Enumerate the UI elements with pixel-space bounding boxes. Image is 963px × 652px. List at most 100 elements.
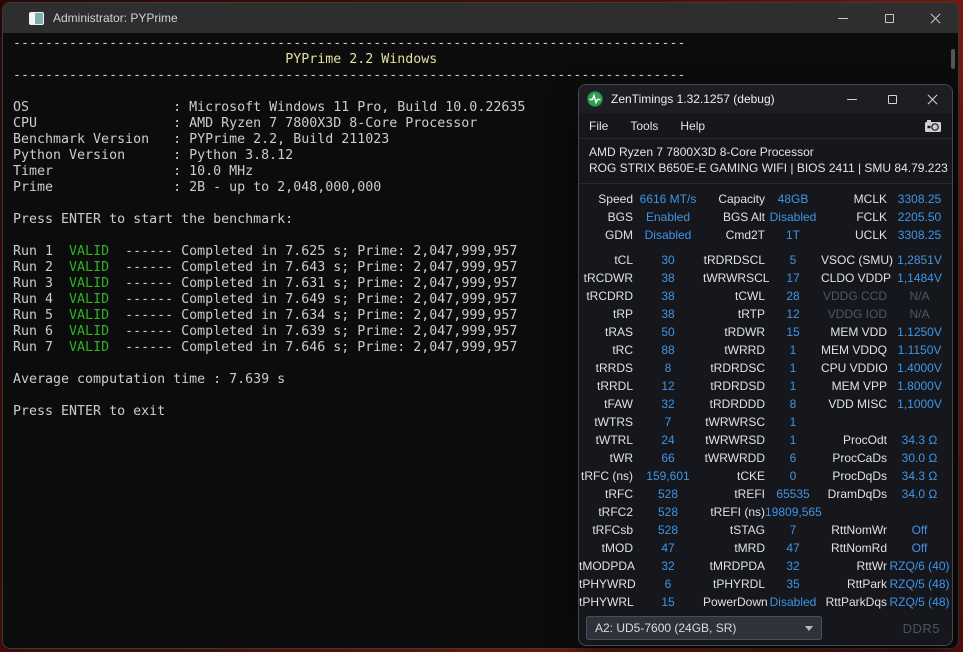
timing-row: tCL 30 tRDRDSCL 5 VSOC (SMU) 1,2851V (579, 251, 952, 269)
timing-label: MCLK (853, 192, 887, 206)
dimm-selector[interactable]: A2: UD5-7600 (24GB, SR) (586, 616, 822, 640)
timing-label: tRCDWR (583, 271, 633, 285)
timing-label: Capacity (718, 192, 765, 206)
timing-value: 3308.25 (897, 228, 942, 242)
timing-value: 1 (789, 415, 797, 429)
terminal-line: ----------------------------------------… (13, 68, 686, 83)
timing-label: tCL (614, 253, 633, 267)
menu-item-file[interactable]: File (589, 119, 608, 133)
timing-value: N/A (909, 307, 930, 321)
close-icon (927, 94, 938, 105)
timing-label: Speed (598, 192, 633, 206)
timing-value: RZQ/5 (48) (889, 595, 950, 609)
timing-value: 47 (786, 541, 800, 555)
timing-label: tMRD (734, 541, 765, 555)
timing-row: tMODPDA 32 tMRDPDA 32 RttWr RZQ/6 (40) (579, 557, 952, 575)
timing-value: 32 (661, 559, 675, 573)
timing-label: VDDG CCD (822, 289, 887, 303)
timing-value: Disabled (769, 210, 817, 224)
timing-label: RttPark (846, 577, 887, 591)
timing-value: Off (911, 523, 928, 537)
dimm-selector-value: A2: UD5-7600 (24GB, SR) (595, 621, 737, 635)
cpu-name: AMD Ryzen 7 7800X3D 8-Core Processor (589, 145, 814, 159)
timing-value: 30 (661, 253, 675, 267)
timing-row: tRCDWR 38 tWRWRSCL 17 CLDO VDDP 1,1484V (579, 269, 952, 287)
timing-value: 8 (664, 361, 672, 375)
timing-row: tFAW 32 tRDRDDD 8 VDD MISC 1,1000V (579, 395, 952, 413)
timing-label: FCLK (856, 210, 887, 224)
timing-value: RZQ/5 (48) (889, 577, 950, 591)
chevron-down-icon (805, 625, 813, 631)
timing-value: 35 (786, 577, 800, 591)
timing-value: 38 (661, 271, 675, 285)
timing-value: 12 (661, 379, 675, 393)
timing-value: Off (911, 541, 928, 555)
timing-label: GDM (605, 228, 633, 242)
terminal-title: Administrator: PYPrime (53, 11, 178, 25)
timing-label: tWTRS (594, 415, 633, 429)
zentimings-menubar: File Tools Help (579, 113, 952, 139)
timing-row: tRFC2 528 tREFI (ns) 19809,565 (579, 503, 952, 521)
timing-row: tRRDL 12 tRDRDSD 1 MEM VPP 1.8000V (579, 377, 952, 395)
timing-label: tSTAG (729, 523, 765, 537)
camera-icon (925, 119, 941, 132)
close-icon (930, 13, 941, 24)
timing-row: GDM Disabled Cmd2T 1T UCLK 3308.25 (579, 226, 952, 244)
timing-value: 30.0 Ω (901, 451, 938, 465)
timing-label: tMOD (601, 541, 633, 555)
timing-value: 34.3 Ω (901, 469, 938, 483)
timing-row: tPHYWRD 6 tPHYRDL 35 RttPark RZQ/5 (48) (579, 575, 952, 593)
timing-label: tRTP (737, 307, 765, 321)
timing-row: tMOD 47 tMRD 47 RttNomRd Off (579, 539, 952, 557)
timing-row: tRAS 50 tRDWR 15 MEM VDD 1.1250V (579, 323, 952, 341)
terminal-line: PYPrime 2.2 Windows (285, 52, 438, 67)
timing-label: tWTRL (595, 433, 633, 447)
timing-value: 528 (657, 523, 679, 537)
timing-value: 528 (657, 505, 679, 519)
memory-type-label: DDR5 (902, 620, 940, 636)
close-button[interactable] (912, 85, 952, 113)
timing-row: tRC 88 tWRRD 1 MEM VDDQ 1.1150V (579, 341, 952, 359)
menu-item-help[interactable]: Help (680, 119, 705, 133)
minimize-button[interactable] (820, 3, 866, 33)
maximize-button[interactable] (872, 85, 912, 113)
timing-value: 1,1484V (897, 271, 942, 285)
timing-label: DramDqDs (827, 487, 887, 501)
timing-value: 1T (785, 228, 800, 242)
screenshot-button[interactable] (924, 119, 942, 133)
timing-row: tRFC (ns) 159,601 tCKE 0 ProcDqDs 34.3 Ω (579, 467, 952, 485)
timing-row: tRCDRD 38 tCWL 28 VDDG CCD N/A (579, 287, 952, 305)
terminal-window-controls (820, 3, 958, 33)
terminal-scrollbar-thumb[interactable] (951, 49, 955, 69)
timing-value: 3308.25 (897, 192, 942, 206)
timing-label: Cmd2T (725, 228, 765, 242)
timing-label: tRFC (ns) (581, 469, 633, 483)
timing-row: tRFC 528 tREFI 65535 DramDqDs 34.0 Ω (579, 485, 952, 503)
timing-label: CPU VDDIO (821, 361, 888, 375)
timing-label: tRFC2 (598, 505, 633, 519)
timing-label: tPHYWRD (579, 577, 636, 591)
timing-label: ProcCaDs (832, 451, 887, 465)
timing-value: 28 (786, 289, 800, 303)
timing-value: 17 (786, 271, 800, 285)
timing-label: tMODPDA (579, 559, 636, 573)
timing-label: tRRDS (595, 361, 633, 375)
minimize-button[interactable] (832, 85, 872, 113)
timing-label: RttNomWr (831, 523, 887, 537)
close-button[interactable] (912, 3, 958, 33)
timing-row: tRFCsb 528 tSTAG 7 RttNomWr Off (579, 521, 952, 539)
timing-value: 1 (789, 361, 797, 375)
maximize-button[interactable] (866, 3, 912, 33)
timing-value: 32 (786, 559, 800, 573)
timing-label: tRRDL (596, 379, 633, 393)
timing-label: tRDRDSC (710, 361, 765, 375)
timing-value: 19809,565 (765, 505, 822, 519)
timing-label: tCWL (735, 289, 765, 303)
zentimings-window: ZenTimings 1.32.1257 (debug) File Tools He… (578, 84, 953, 646)
menu-item-tools[interactable]: Tools (630, 119, 658, 133)
timing-value: 7 (664, 415, 672, 429)
timing-value: 32 (661, 397, 675, 411)
timing-label: BGS Alt (722, 210, 765, 224)
timing-label: tREFI (ns) (710, 505, 765, 519)
timing-label: MEM VDDQ (821, 343, 887, 357)
